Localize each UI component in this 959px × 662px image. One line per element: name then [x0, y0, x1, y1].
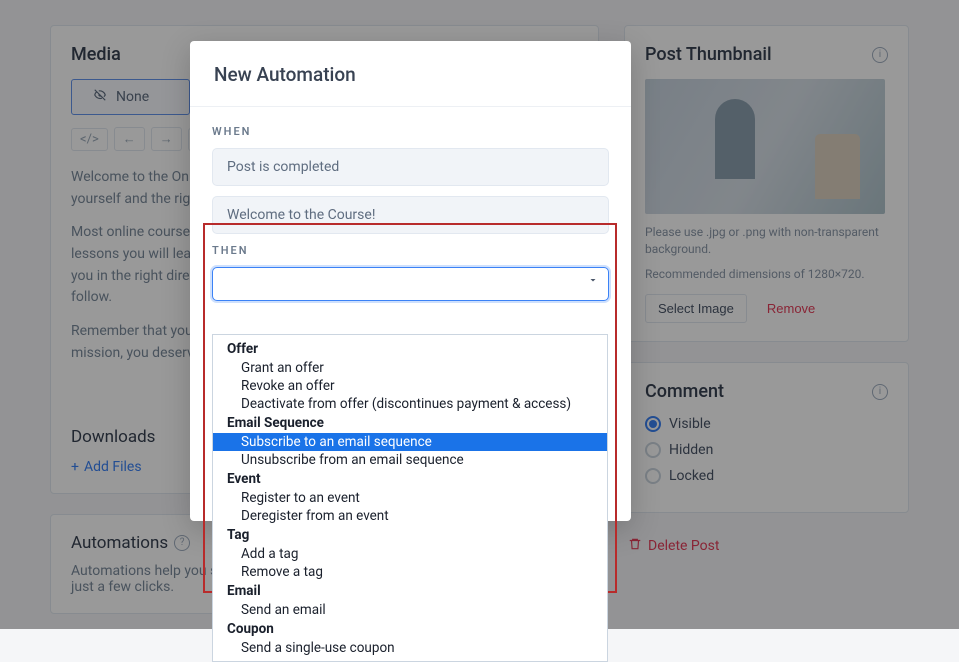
then-action-select[interactable]: [212, 267, 609, 301]
dropdown-group: Event: [213, 469, 607, 489]
dropdown-item[interactable]: Send an email: [213, 601, 607, 619]
dropdown-group: Coupon: [213, 619, 607, 639]
dropdown-item[interactable]: Register to an event: [213, 489, 607, 507]
dropdown-group: Email: [213, 581, 607, 601]
chevron-down-icon: [587, 274, 599, 290]
when-target-select[interactable]: Welcome to the Course!: [212, 196, 609, 234]
modal-title: New Automation: [214, 63, 607, 86]
dropdown-item[interactable]: Grant an offer: [213, 359, 607, 377]
when-label: WHEN: [212, 125, 609, 138]
when-condition-select[interactable]: Post is completed: [212, 148, 609, 186]
dropdown-item[interactable]: Unsubscribe from an email sequence: [213, 451, 607, 469]
dropdown-item[interactable]: Revoke an offer: [213, 377, 607, 395]
dropdown-item[interactable]: Remove a tag: [213, 563, 607, 581]
dropdown-item[interactable]: Deactivate from offer (discontinues paym…: [213, 395, 607, 413]
dropdown-item[interactable]: Add a tag: [213, 545, 607, 563]
then-label: THEN: [212, 244, 609, 257]
dropdown-item[interactable]: Send a single-use coupon: [213, 639, 607, 657]
dropdown-item[interactable]: Subscribe to an email sequence: [213, 433, 607, 451]
dropdown-group: Offer: [213, 339, 607, 359]
dropdown-group: Email Sequence: [213, 413, 607, 433]
dropdown-item[interactable]: Deregister from an event: [213, 507, 607, 525]
then-action-dropdown[interactable]: OfferGrant an offerRevoke an offerDeacti…: [212, 334, 608, 662]
dropdown-group: Tag: [213, 525, 607, 545]
